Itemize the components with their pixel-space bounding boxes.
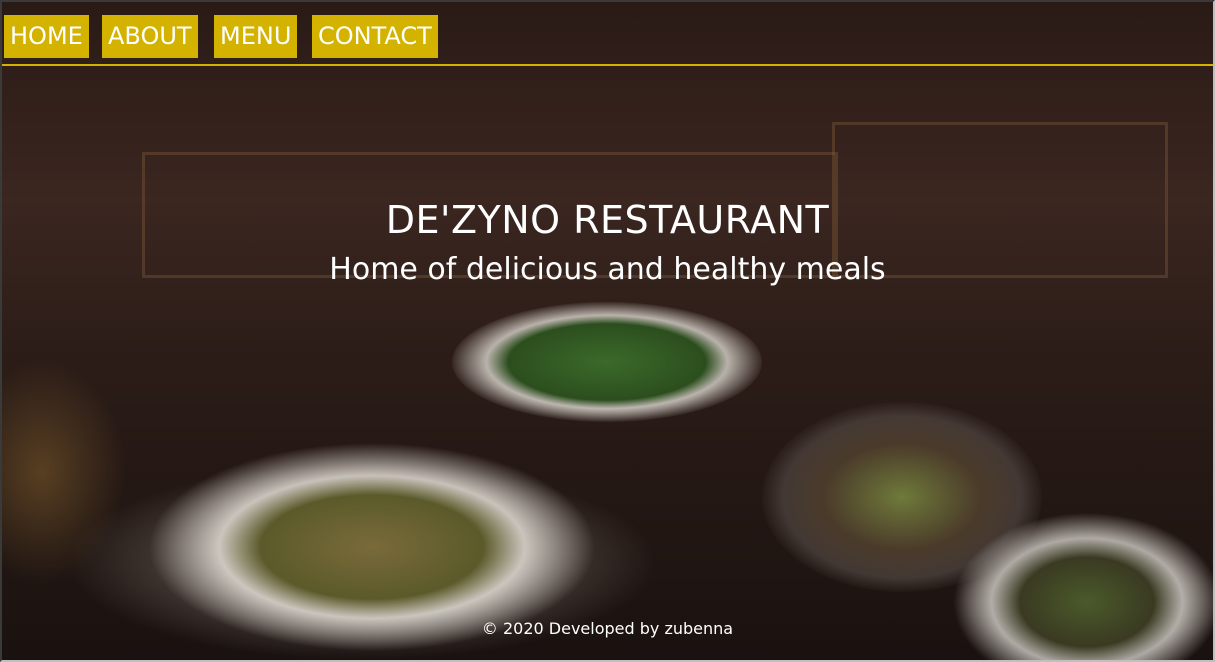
page: HOME ABOUT MENU CONTACT DE'ZYNO RESTAURA…: [0, 0, 1215, 662]
hero-title: DE'ZYNO RESTAURANT: [385, 198, 830, 242]
top-navigation: HOME ABOUT MENU CONTACT: [2, 2, 1213, 66]
nav-contact[interactable]: CONTACT: [312, 15, 438, 58]
footer-copyright: © 2020 Developed by zubenna: [481, 619, 734, 638]
hero-subtitle: Home of delicious and healthy meals: [329, 252, 886, 287]
nav-home[interactable]: HOME: [4, 15, 89, 58]
nav-menu[interactable]: MENU: [214, 15, 298, 58]
nav-about[interactable]: ABOUT: [102, 15, 198, 58]
background-plate-salad: [452, 302, 762, 422]
